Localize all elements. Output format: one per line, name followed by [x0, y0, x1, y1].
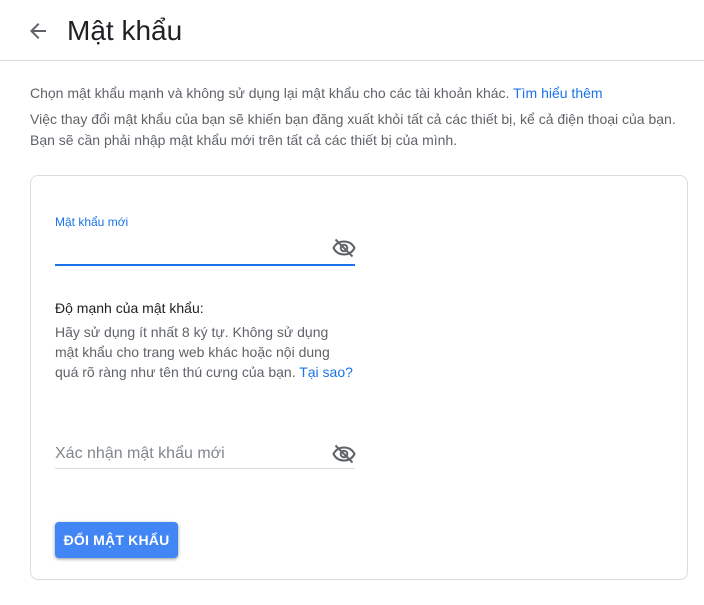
password-strength: Độ mạnh của mật khẩu: Hãy sử dụng ít nhấ… [55, 298, 355, 382]
strength-hint-text: Hãy sử dụng ít nhất 8 ký tự. Không sử dụ… [55, 324, 330, 380]
confirm-password-field[interactable]: Xác nhận mật khẩu mới [55, 440, 356, 470]
confirm-password-underline [55, 468, 355, 469]
page-header: Mật khẩu [0, 0, 704, 61]
intro-text: Chọn mật khẩu mạnh và không sử dụng lại … [30, 83, 680, 151]
strength-title: Độ mạnh của mật khẩu: [55, 300, 204, 316]
intro-line-1-text: Chọn mật khẩu mạnh và không sử dụng lại … [30, 85, 510, 101]
strength-hint: Hãy sử dụng ít nhất 8 ký tự. Không sử dụ… [55, 322, 355, 382]
new-password-field[interactable]: Mật khẩu mới [55, 214, 356, 266]
visibility-off-icon[interactable] [332, 236, 356, 260]
new-password-input[interactable] [55, 264, 355, 266]
change-password-button[interactable]: ĐỔI MẬT KHẨU [55, 522, 178, 558]
page-title: Mật khẩu [67, 15, 183, 46]
intro-line-2: Việc thay đổi mật khẩu của bạn sẽ khiến … [30, 111, 676, 148]
new-password-label: Mật khẩu mới [55, 215, 129, 229]
visibility-off-icon[interactable] [332, 442, 356, 466]
learn-more-link[interactable]: Tìm hiểu thêm [513, 85, 602, 101]
intro-line-1: Chọn mật khẩu mạnh và không sử dụng lại … [30, 83, 680, 104]
confirm-password-input[interactable]: Xác nhận mật khẩu mới [55, 444, 225, 464]
arrow-back-icon[interactable] [26, 19, 50, 43]
why-link[interactable]: Tại sao? [299, 364, 353, 380]
password-form-card: Mật khẩu mới Độ mạnh của mật khẩu: Hãy s… [30, 175, 688, 580]
